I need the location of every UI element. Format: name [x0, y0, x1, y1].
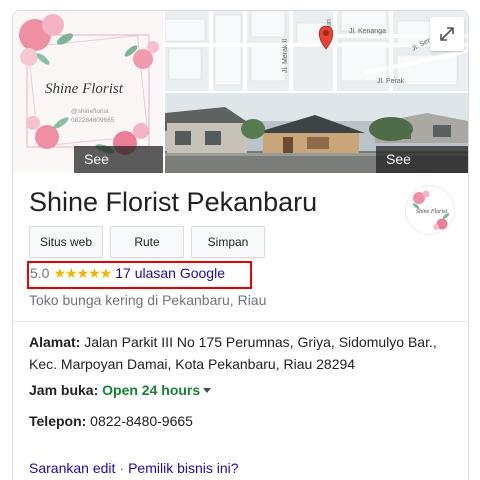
website-button[interactable]: Situs web [29, 226, 103, 258]
map-street-perak: Jl. Perak [377, 78, 405, 85]
phone-label: Telepon: [29, 413, 87, 429]
expand-icon [440, 27, 454, 41]
save-button[interactable]: Simpan [191, 226, 265, 258]
suggest-edit-link[interactable]: Sarankan edit [29, 460, 115, 476]
business-logo[interactable]: Shine Florist [405, 185, 455, 235]
address-row: Alamat: Jalan Parkit III No 175 Perumnas… [29, 331, 454, 375]
map-image: Jl. Merak II Jl. Kenanga Jl. Perak Jl. S… [165, 11, 468, 91]
rating-value: 5.0 [30, 265, 50, 281]
business-name: Shine Florist Pekanbaru [29, 187, 318, 217]
street-view-tile[interactable]: See outside [165, 93, 468, 173]
map-tile[interactable]: Jl. Merak II Jl. Kenanga Jl. Perak Jl. S… [165, 11, 468, 91]
rating-row: 5.0 ★★★★★ 17 ulasan Google [30, 265, 225, 282]
see-photos-label: See photos [74, 146, 163, 173]
footer-links: Sarankan edit · Pemilik bisnis ini? [29, 460, 239, 476]
address-value: Jalan Parkit III No 175 Perumnas, Griya,… [29, 334, 437, 372]
hours-status[interactable]: Open 24 hours [102, 382, 200, 398]
link-separator: · [119, 460, 125, 476]
logo-handle-text: @shineflorist [71, 108, 109, 115]
reviews-link[interactable]: 17 ulasan Google [115, 265, 225, 281]
dropdown-caret-icon[interactable] [203, 388, 212, 393]
business-logo-text: Shine Florist [416, 209, 447, 215]
hours-row[interactable]: Jam buka: Open 24 hours [29, 382, 212, 398]
phone-row: Telepon: 0822-8480-9665 [29, 413, 193, 429]
knowledge-panel: Shine Florist @shineflorist 082284809665… [12, 10, 469, 480]
map-street-kenanga: Jl. Kenanga [349, 28, 386, 35]
business-logo-image: Shine Florist [407, 187, 453, 233]
logo-script-text: Shine Florist [45, 81, 124, 97]
address-label: Alamat: [29, 334, 81, 350]
phone-value[interactable]: 0822-8480-9665 [86, 413, 193, 429]
expand-map-button[interactable] [430, 17, 464, 51]
logo-phone-text: 082284809665 [71, 117, 115, 124]
photo-strip: Shine Florist @shineflorist 082284809665… [13, 11, 468, 173]
section-divider [13, 321, 468, 322]
business-owner-link[interactable]: Pemilik bisnis ini? [128, 460, 238, 476]
map-street-merak: Jl. Merak II [282, 39, 289, 73]
star-rating-icon: ★★★★★ [53, 265, 112, 281]
see-outside-label: See outside [376, 146, 468, 173]
route-button[interactable]: Rute [110, 226, 184, 258]
business-category: Toko bunga kering di Pekanbaru, Riau [29, 292, 267, 308]
hours-label: Jam buka: [29, 382, 99, 398]
photo-tile-logo[interactable]: Shine Florist @shineflorist 082284809665… [13, 11, 163, 173]
